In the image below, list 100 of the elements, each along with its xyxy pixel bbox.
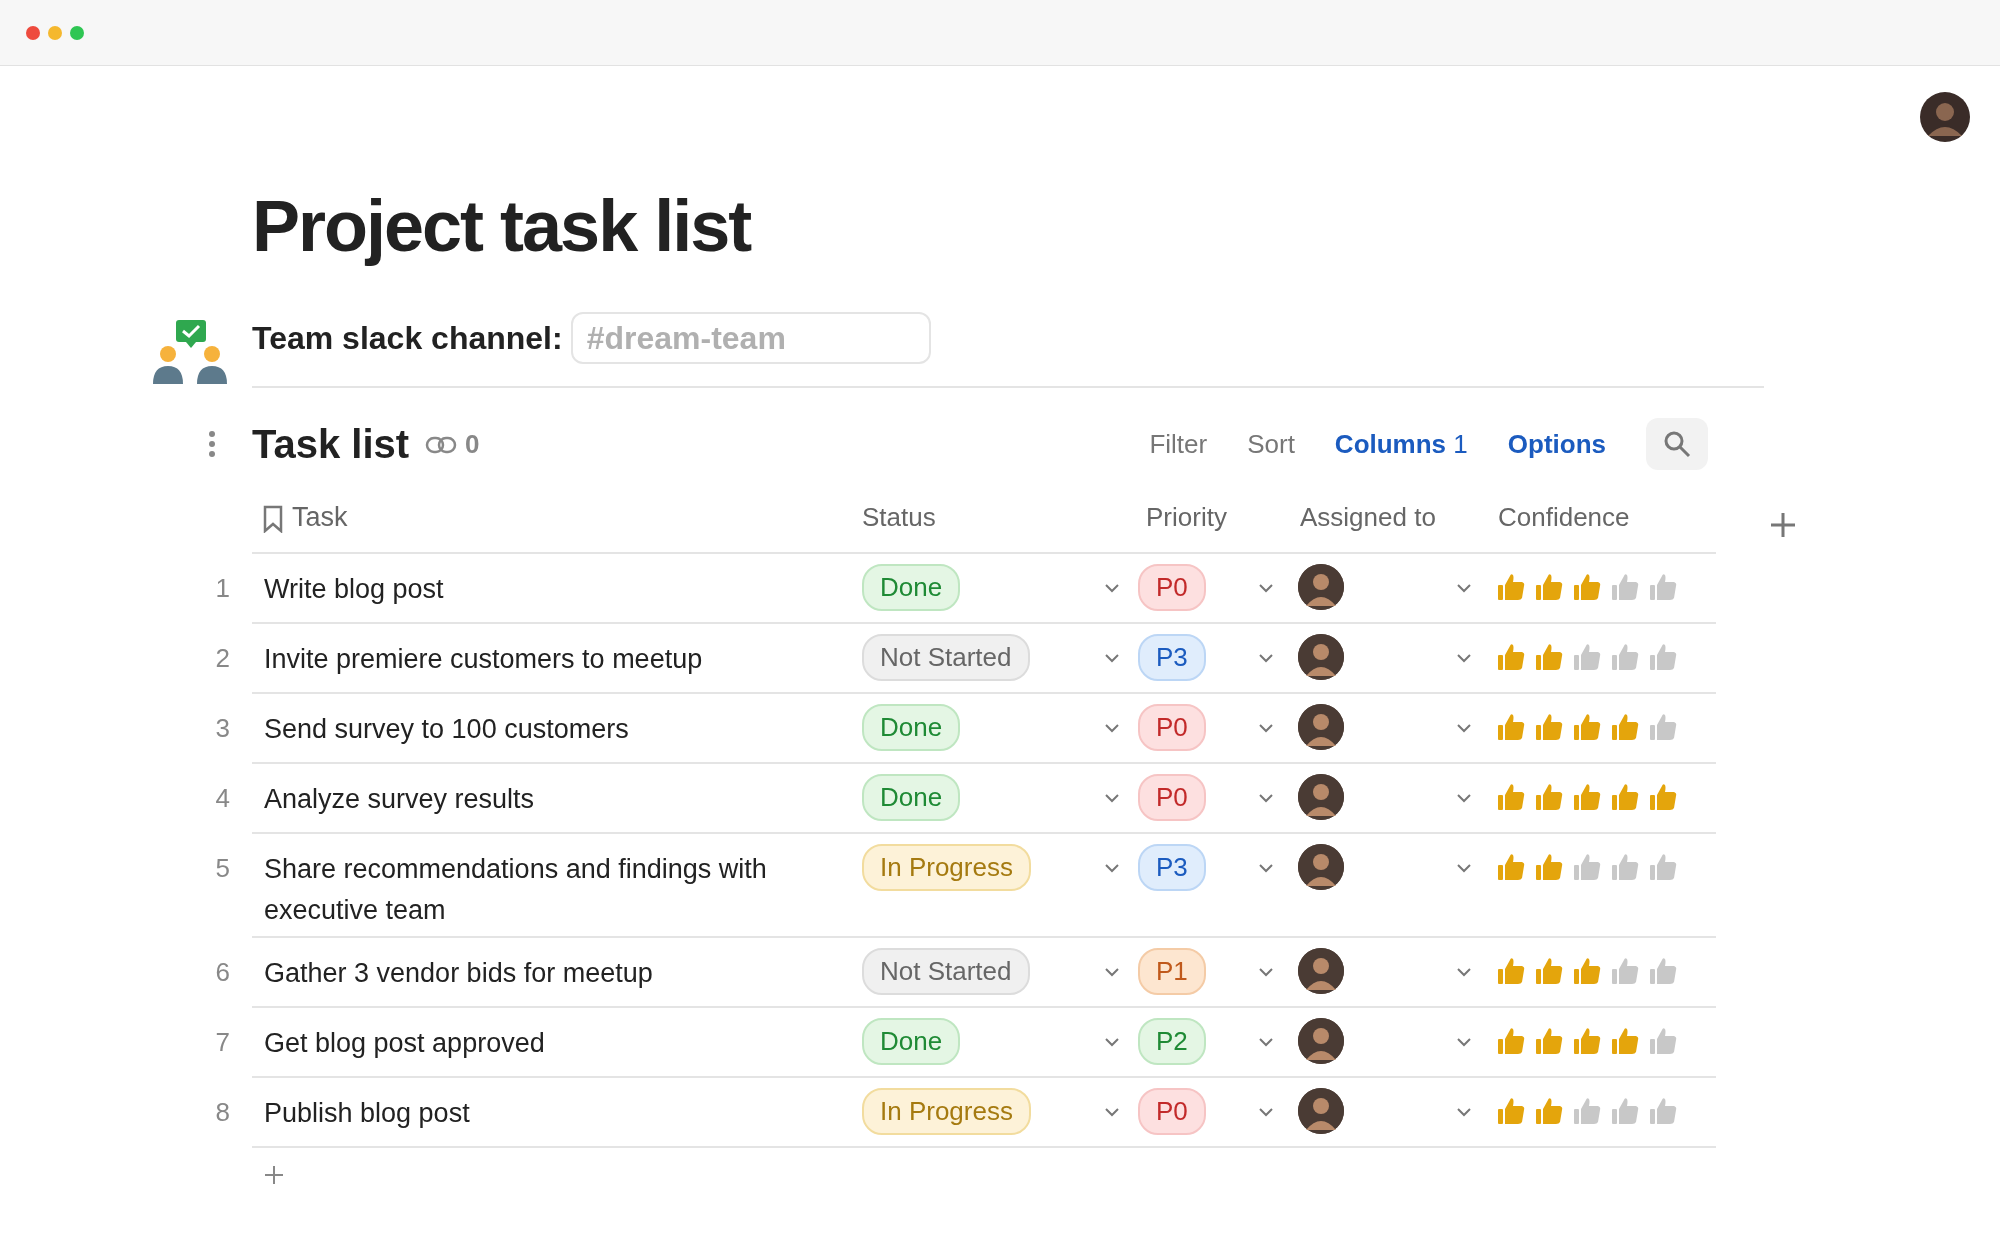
thumbs-up-icon[interactable] xyxy=(1572,572,1602,602)
thumbs-up-icon[interactable] xyxy=(1572,712,1602,742)
avatar[interactable] xyxy=(1298,1088,1344,1134)
thumbs-up-icon[interactable] xyxy=(1610,852,1640,882)
status-tag[interactable]: In Progress xyxy=(862,1087,1031,1135)
task-name: Publish blog post xyxy=(264,1098,470,1128)
link-count: 0 xyxy=(465,427,480,461)
close-window-control[interactable] xyxy=(26,25,40,40)
task-name: Gather 3 vendor bids for meetup xyxy=(264,958,653,988)
column-header[interactable]: Confidence xyxy=(1498,497,1630,537)
row-number: 3 xyxy=(214,712,231,745)
avatar[interactable] xyxy=(1298,634,1344,680)
priority-tag[interactable]: P3 xyxy=(1138,843,1206,891)
avatar[interactable] xyxy=(1298,948,1344,994)
thumbs-up-icon[interactable] xyxy=(1610,642,1640,672)
status-tag[interactable]: In Progress xyxy=(862,843,1031,891)
thumbs-up-icon[interactable] xyxy=(1534,572,1564,602)
row-number: 2 xyxy=(214,642,231,675)
user-avatar[interactable] xyxy=(1920,92,1970,142)
thumbs-up-icon[interactable] xyxy=(1534,642,1564,672)
task-name: Send survey to 100 customers xyxy=(264,714,629,744)
priority-tag[interactable]: P0 xyxy=(1138,773,1206,821)
thumbs-up-icon[interactable] xyxy=(1572,956,1602,986)
thumbs-up-icon[interactable] xyxy=(1534,956,1564,986)
status-tag[interactable]: Done xyxy=(862,563,961,611)
thumbs-up-icon[interactable] xyxy=(1496,782,1526,812)
priority-tag[interactable]: P0 xyxy=(1138,1087,1206,1135)
avatar[interactable] xyxy=(1298,564,1344,610)
task-name: Get blog post approved xyxy=(264,1028,545,1058)
thumbs-up-icon[interactable] xyxy=(1496,852,1526,882)
toolbar-link[interactable]: Columns 1 xyxy=(1334,424,1468,464)
thumbs-up-icon[interactable] xyxy=(1648,1026,1678,1056)
avatar[interactable] xyxy=(1298,1018,1344,1064)
thumbs-up-icon[interactable] xyxy=(1648,642,1678,672)
thumbs-up-icon[interactable] xyxy=(1572,642,1602,672)
thumbs-up-icon[interactable] xyxy=(1496,572,1526,602)
status-tag[interactable]: Not Started xyxy=(862,633,1030,681)
thumbs-up-icon[interactable] xyxy=(1648,712,1678,742)
avatar[interactable] xyxy=(1298,704,1344,750)
search-icon xyxy=(1663,430,1691,458)
team-checkmark-icon xyxy=(152,318,228,386)
task-name: Write blog post xyxy=(264,574,444,604)
toolbar-link[interactable]: Filter xyxy=(1149,424,1208,464)
thumbs-up-icon[interactable] xyxy=(1572,782,1602,812)
minimize-window-control[interactable] xyxy=(48,25,62,40)
thumbs-up-icon[interactable] xyxy=(1496,642,1526,672)
thumbs-up-icon[interactable] xyxy=(1534,1096,1564,1126)
row-number: 7 xyxy=(214,1026,231,1059)
thumbs-up-icon[interactable] xyxy=(1648,572,1678,602)
thumbs-up-icon[interactable] xyxy=(1496,712,1526,742)
row-number: 1 xyxy=(214,572,231,605)
thumbs-up-icon[interactable] xyxy=(1610,572,1640,602)
priority-tag[interactable]: P0 xyxy=(1138,703,1206,751)
row-number: 6 xyxy=(214,956,231,989)
thumbs-up-icon[interactable] xyxy=(1648,1096,1678,1126)
column-header[interactable]: Priority xyxy=(1146,497,1227,537)
status-tag[interactable]: Done xyxy=(862,703,961,751)
priority-tag[interactable]: P1 xyxy=(1138,947,1206,995)
section-title: Task list xyxy=(252,421,410,468)
thumbs-up-icon[interactable] xyxy=(1534,782,1564,812)
column-header[interactable]: Assigned to xyxy=(1300,497,1436,537)
status-tag[interactable]: Done xyxy=(862,773,961,821)
thumbs-up-icon[interactable] xyxy=(1610,712,1640,742)
thumbs-up-icon[interactable] xyxy=(1534,1026,1564,1056)
thumbs-up-icon[interactable] xyxy=(1648,852,1678,882)
row-number: 8 xyxy=(214,1096,231,1129)
priority-tag[interactable]: P0 xyxy=(1138,563,1206,611)
thumbs-up-icon[interactable] xyxy=(1572,1026,1602,1056)
task-name: Analyze survey results xyxy=(264,784,535,814)
thumbs-up-icon[interactable] xyxy=(1610,782,1640,812)
thumbs-up-icon[interactable] xyxy=(1648,956,1678,986)
thumbs-up-icon[interactable] xyxy=(1496,956,1526,986)
thumbs-up-icon[interactable] xyxy=(1610,1026,1640,1056)
thumbs-up-icon[interactable] xyxy=(1648,782,1678,812)
thumbs-up-icon[interactable] xyxy=(1496,1026,1526,1056)
priority-tag[interactable]: P3 xyxy=(1138,633,1206,681)
task-name: Invite premiere customers to meetup xyxy=(264,644,703,674)
toolbar-link[interactable]: Sort xyxy=(1247,424,1295,464)
status-tag[interactable]: Done xyxy=(862,1017,961,1065)
column-header[interactable]: Task xyxy=(292,496,348,538)
column-header[interactable]: Status xyxy=(862,497,936,537)
avatar[interactable] xyxy=(1298,774,1344,820)
thumbs-up-icon[interactable] xyxy=(1534,852,1564,882)
task-name: Share recommendations and findings with executive team xyxy=(264,854,767,925)
thumbs-up-icon[interactable] xyxy=(1610,1096,1640,1126)
drag-handle-icon[interactable] xyxy=(208,430,216,458)
priority-tag[interactable]: P2 xyxy=(1138,1017,1206,1065)
field-label: Team slack channel: xyxy=(252,319,563,358)
maximize-window-control[interactable] xyxy=(70,25,84,40)
thumbs-up-icon[interactable] xyxy=(1572,1096,1602,1126)
search-button[interactable] xyxy=(1646,418,1708,470)
thumbs-up-icon[interactable] xyxy=(1534,712,1564,742)
slack-channel-field[interactable]: #dream-team xyxy=(570,312,931,364)
toolbar-link[interactable]: Options xyxy=(1507,424,1606,464)
thumbs-up-icon[interactable] xyxy=(1572,852,1602,882)
avatar[interactable] xyxy=(1298,844,1344,890)
thumbs-up-icon[interactable] xyxy=(1610,956,1640,986)
thumbs-up-icon[interactable] xyxy=(1496,1096,1526,1126)
row-number: 5 xyxy=(214,852,231,885)
status-tag[interactable]: Not Started xyxy=(862,947,1030,995)
